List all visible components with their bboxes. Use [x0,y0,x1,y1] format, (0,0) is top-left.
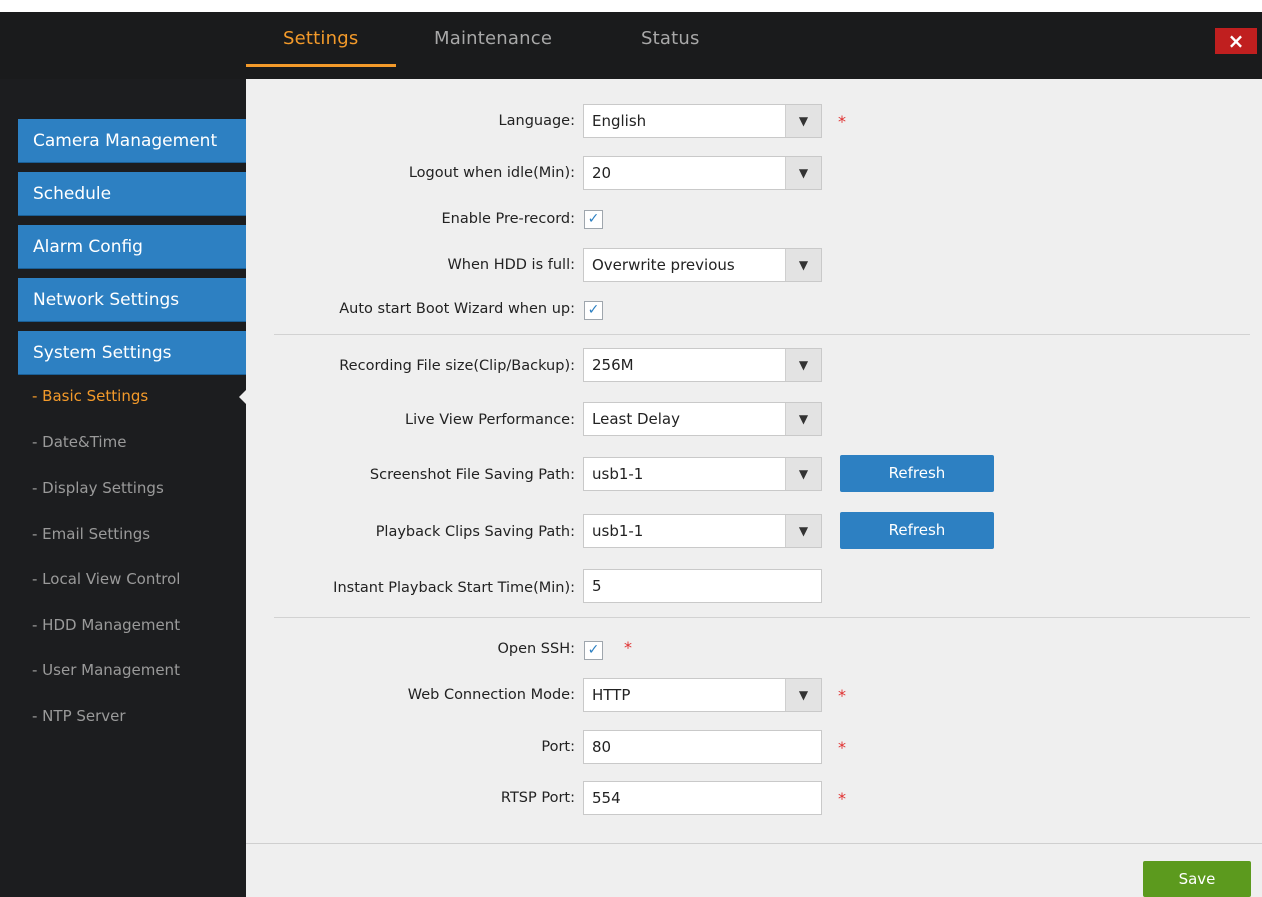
section-divider [274,334,1250,335]
chevron-down-icon: ▼ [785,403,821,435]
pre-record-checkbox[interactable]: ✓ [584,210,603,229]
screenshot-path-select[interactable]: usb1-1 ▼ [583,457,822,491]
file-size-value: 256M [592,356,634,374]
tab-status[interactable]: Status [641,28,700,58]
instant-playback-label: Instant Playback Start Time(Min): [333,580,575,596]
app-window: Settings Maintenance Status × Camera Man… [0,12,1262,897]
required-marker: * [838,112,846,131]
sidebar: Camera Management Schedule Alarm Config … [0,79,246,897]
sidebar-subitem-user-management[interactable]: - User Management [32,661,180,679]
active-tab-indicator [246,64,396,67]
sidebar-item-alarm-config[interactable]: Alarm Config [18,225,246,269]
pre-record-label: Enable Pre-record: [441,211,576,227]
sidebar-subitem-display-settings[interactable]: - Display Settings [32,479,164,497]
logout-idle-select[interactable]: 20 ▼ [583,156,822,190]
file-size-select[interactable]: 256M ▼ [583,348,822,382]
chevron-down-icon: ▼ [785,157,821,189]
screenshot-refresh-button[interactable]: Refresh [840,455,994,492]
instant-playback-value: 5 [592,577,602,595]
top-nav-bar: Settings Maintenance Status × [0,12,1262,79]
playback-path-value: usb1-1 [592,522,644,540]
close-icon: × [1227,29,1245,53]
rtsp-port-input[interactable]: 554 [583,781,822,815]
sidebar-item-network-settings[interactable]: Network Settings [18,278,246,322]
port-value: 80 [592,738,612,756]
save-button[interactable]: Save [1143,861,1251,897]
logout-idle-value: 20 [592,164,612,182]
rtsp-port-value: 554 [592,789,621,807]
hdd-full-value: Overwrite previous [592,256,735,274]
port-label: Port: [541,739,575,755]
chevron-down-icon: ▼ [785,515,821,547]
required-marker: * [838,738,846,757]
language-select[interactable]: English ▼ [583,104,822,138]
footer-divider [246,843,1262,844]
ssh-label: Open SSH: [497,641,575,657]
live-view-label: Live View Performance: [404,412,575,428]
rtsp-port-label: RTSP Port: [500,790,575,806]
live-view-select[interactable]: Least Delay ▼ [583,402,822,436]
sidebar-subitem-local-view-control[interactable]: - Local View Control [32,570,180,588]
chevron-down-icon: ▼ [785,349,821,381]
file-size-label: Recording File size(Clip/Backup): [339,358,575,374]
ssh-checkbox[interactable]: ✓ [584,641,603,660]
check-icon: ✓ [587,642,600,658]
playback-path-label: Playback Clips Saving Path: [375,524,575,540]
sidebar-subitem-hdd-management[interactable]: - HDD Management [32,616,180,634]
section-divider [274,617,1250,618]
boot-wizard-label: Auto start Boot Wizard when up: [339,301,575,317]
port-input[interactable]: 80 [583,730,822,764]
required-marker: * [838,789,846,808]
screenshot-path-value: usb1-1 [592,465,644,483]
required-marker: * [838,686,846,705]
sidebar-subitem-date-time[interactable]: - Date&Time [32,433,126,451]
sidebar-item-schedule[interactable]: Schedule [18,172,246,216]
chevron-down-icon: ▼ [785,679,821,711]
close-button[interactable]: × [1215,28,1257,54]
web-mode-label: Web Connection Mode: [407,687,575,703]
chevron-down-icon: ▼ [785,105,821,137]
chevron-down-icon: ▼ [785,249,821,281]
hdd-full-select[interactable]: Overwrite previous ▼ [583,248,822,282]
sidebar-item-system-settings[interactable]: System Settings [18,331,246,375]
sidebar-item-camera-management[interactable]: Camera Management [18,119,246,163]
playback-refresh-button[interactable]: Refresh [840,512,994,549]
check-icon: ✓ [587,302,600,318]
playback-path-select[interactable]: usb1-1 ▼ [583,514,822,548]
sidebar-subitem-email-settings[interactable]: - Email Settings [32,525,150,543]
logout-idle-label: Logout when idle(Min): [408,165,575,181]
required-marker: * [624,638,632,657]
sidebar-subitem-ntp-server[interactable]: - NTP Server [32,707,126,725]
tab-settings[interactable]: Settings [283,28,358,58]
live-view-value: Least Delay [592,410,680,428]
settings-form: Language: English ▼ * Logout when idle(M… [246,79,1262,897]
web-mode-select[interactable]: HTTP ▼ [583,678,822,712]
language-label: Language: [498,113,575,129]
check-icon: ✓ [587,211,600,227]
instant-playback-input[interactable]: 5 [583,569,822,603]
chevron-down-icon: ▼ [785,458,821,490]
boot-wizard-checkbox[interactable]: ✓ [584,301,603,320]
language-value: English [592,112,647,130]
sidebar-subitem-basic-settings[interactable]: - Basic Settings [32,387,148,405]
web-mode-value: HTTP [592,686,631,704]
active-item-pointer [239,390,246,404]
hdd-full-label: When HDD is full: [447,257,575,273]
tab-maintenance[interactable]: Maintenance [434,28,552,58]
screenshot-path-label: Screenshot File Saving Path: [369,467,575,483]
